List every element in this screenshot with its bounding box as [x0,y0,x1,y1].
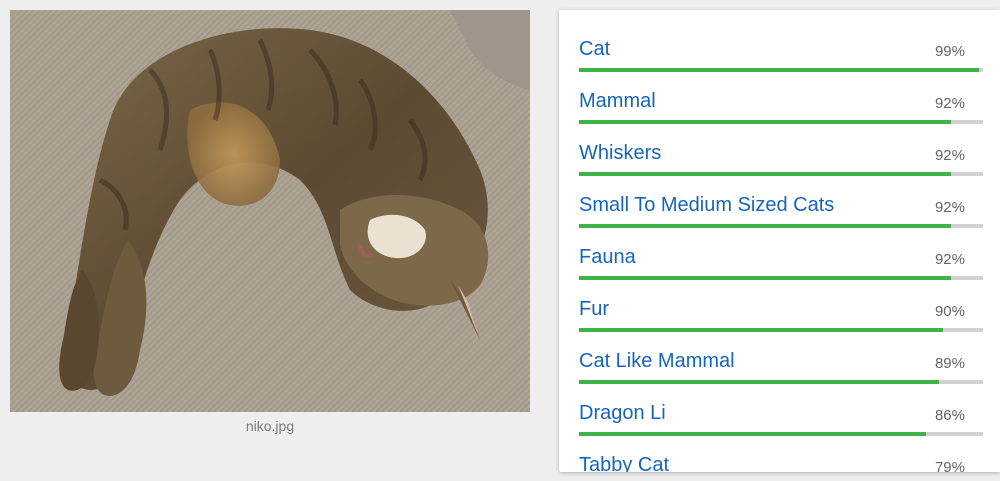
label-row[interactable]: Cat 99% [579,10,983,72]
label-row[interactable]: Fauna 92% [579,218,983,280]
label-row[interactable]: Tabby Cat 79% [579,426,983,472]
label-name[interactable]: Cat Like Mammal [579,350,735,373]
label-name[interactable]: Mammal [579,90,656,113]
label-name[interactable]: Whiskers [579,142,661,165]
label-score: 92% [934,147,965,164]
label-row[interactable]: Fur 90% [579,270,983,332]
image-filename: niko.jpg [245,418,295,434]
label-row[interactable]: Dragon Li 86% [579,374,983,436]
label-row[interactable]: Mammal 92% [579,62,983,124]
label-name[interactable]: Fauna [579,246,636,269]
label-name[interactable]: Tabby Cat [579,454,669,472]
label-score: 92% [934,199,965,216]
label-score: 99% [934,43,965,60]
label-score: 92% [934,251,965,268]
label-results-card: Cat 99% Mammal 92% Whiskers 92% Small To Mediu… [559,10,1000,472]
label-name[interactable]: Cat [579,38,610,61]
label-name[interactable]: Small To Medium Sized Cats [579,194,834,217]
label-score: 90% [934,303,965,320]
label-row[interactable]: Small To Medium Sized Cats 92% [579,166,983,228]
label-score: 86% [934,407,965,424]
image-preview [10,10,530,412]
label-score: 92% [934,95,965,112]
label-score: 79% [934,459,965,472]
label-name[interactable]: Fur [579,298,609,321]
label-row[interactable]: Cat Like Mammal 89% [579,322,983,384]
cat-photo [10,10,530,412]
label-name[interactable]: Dragon Li [579,402,666,425]
label-score: 89% [934,355,965,372]
label-row[interactable]: Whiskers 92% [579,114,983,176]
